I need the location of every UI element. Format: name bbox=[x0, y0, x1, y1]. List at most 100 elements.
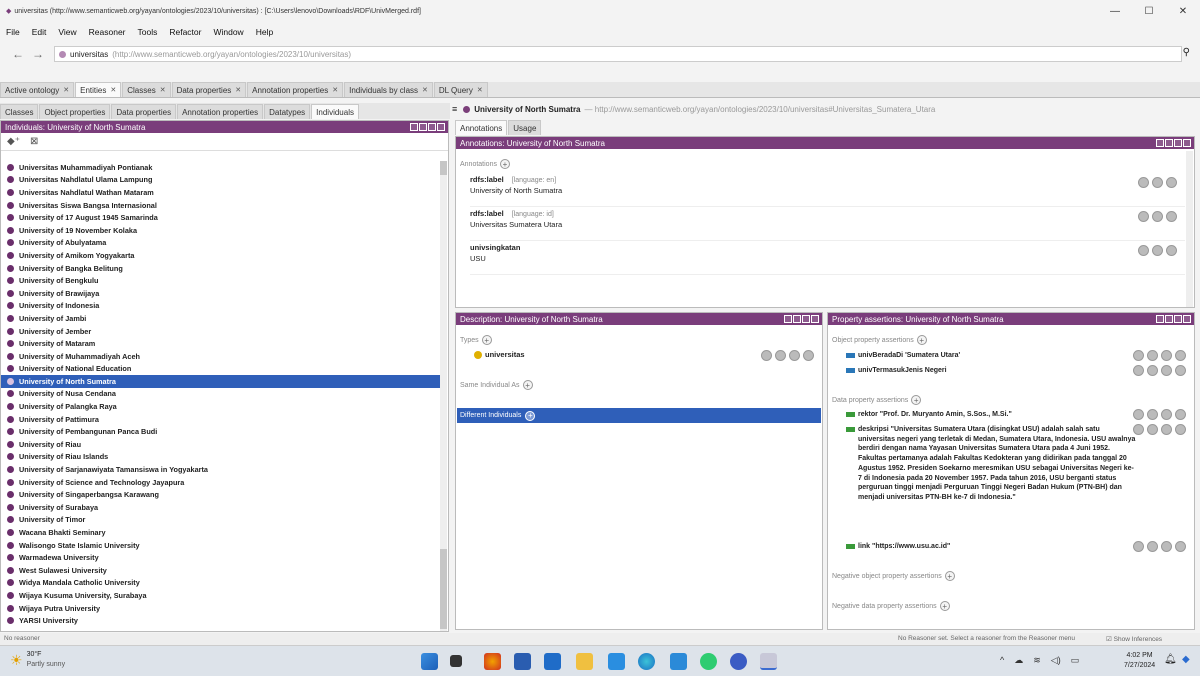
scroll-thumb-top[interactable] bbox=[440, 161, 447, 175]
explain-icon[interactable] bbox=[1133, 409, 1144, 420]
close-tab-icon[interactable]: ✕ bbox=[422, 86, 428, 94]
individual-list-item[interactable]: University of Indonesia bbox=[1, 300, 441, 313]
individual-list-item[interactable]: University of 17 August 1945 Samarinda bbox=[1, 211, 441, 224]
individual-list-item[interactable]: University of Amikom Yogyakarta bbox=[1, 249, 441, 262]
individual-list-item[interactable]: University of Bengkulu bbox=[1, 274, 441, 287]
tab-data-properties[interactable]: Data properties ✕ bbox=[171, 82, 247, 97]
close-icon[interactable]: ✕ bbox=[1166, 0, 1200, 22]
battery-icon[interactable]: ▭ bbox=[1071, 655, 1080, 666]
add-negative-data-property-button[interactable]: + bbox=[939, 601, 950, 611]
app-icon[interactable] bbox=[670, 653, 687, 670]
different-individuals-section[interactable]: Different Individuals + bbox=[457, 408, 821, 423]
tab-individuals[interactable]: Individuals bbox=[311, 104, 359, 119]
menu-file[interactable]: File bbox=[6, 27, 20, 37]
panel-control-icon[interactable] bbox=[1165, 315, 1173, 323]
app2-icon[interactable] bbox=[730, 653, 747, 670]
delete-icon[interactable] bbox=[1175, 409, 1186, 420]
panel-control-icon[interactable] bbox=[410, 123, 418, 131]
volume-icon[interactable]: ◁) bbox=[1051, 655, 1061, 666]
panel-control-icon[interactable] bbox=[419, 123, 427, 131]
add-data-property-button[interactable]: + bbox=[911, 395, 922, 405]
menu-view[interactable]: View bbox=[58, 27, 76, 37]
edit-icon[interactable] bbox=[1161, 350, 1172, 361]
data-property-row[interactable]: deskripsi "Universitas Sumatera Utara (d… bbox=[846, 425, 1136, 503]
panel-control-icon[interactable] bbox=[811, 315, 819, 323]
edit-icon[interactable] bbox=[1161, 541, 1172, 552]
whatsapp-icon[interactable] bbox=[700, 653, 717, 670]
panel-control-icon[interactable] bbox=[1165, 139, 1173, 147]
scroll-thumb[interactable] bbox=[440, 549, 447, 629]
delete-icon[interactable] bbox=[1166, 211, 1177, 222]
individual-list-item[interactable]: University of Riau bbox=[1, 438, 441, 451]
explain-icon[interactable] bbox=[1133, 350, 1144, 361]
individuals-scrollbar[interactable] bbox=[440, 161, 447, 631]
annotations-scrollbar[interactable] bbox=[1186, 151, 1193, 307]
individual-list-item[interactable]: University of Brawijaya bbox=[1, 287, 441, 300]
edit-icon[interactable] bbox=[1152, 245, 1163, 256]
tab-entity-data-properties[interactable]: Data properties bbox=[111, 104, 177, 119]
forward-arrow-icon[interactable]: → bbox=[28, 47, 48, 61]
teams-icon[interactable] bbox=[514, 653, 531, 670]
vscode-icon[interactable] bbox=[608, 653, 625, 670]
close-tab-icon[interactable]: ✕ bbox=[332, 86, 338, 94]
add-object-property-button[interactable]: + bbox=[916, 335, 927, 345]
tab-entity-annotation-properties[interactable]: Annotation properties bbox=[177, 104, 264, 119]
notification-bell-icon[interactable]: 🔔︎ bbox=[1164, 654, 1177, 665]
individual-list-item[interactable]: University of Surabaya bbox=[1, 501, 441, 514]
edit-icon[interactable] bbox=[1161, 365, 1172, 376]
panel-control-icon[interactable] bbox=[1183, 139, 1191, 147]
edit-icon[interactable] bbox=[1152, 211, 1163, 222]
menu-help[interactable]: Help bbox=[256, 27, 273, 37]
explain-icon[interactable] bbox=[1133, 541, 1144, 552]
menu-edit[interactable]: Edit bbox=[32, 27, 47, 37]
delete-icon[interactable] bbox=[1175, 424, 1186, 435]
individual-list-item[interactable]: University of 19 November Kolaka bbox=[1, 224, 441, 237]
individual-list-item[interactable]: Widya Mandala Catholic University bbox=[1, 577, 441, 590]
individual-list-item[interactable]: Wijaya Kusuma University, Surabaya bbox=[1, 589, 441, 602]
individual-list-item[interactable]: University of Nusa Cendana bbox=[1, 388, 441, 401]
annotate-icon[interactable] bbox=[1138, 177, 1149, 188]
delete-icon[interactable] bbox=[1175, 350, 1186, 361]
individual-list-item[interactable]: Universitas Siswa Bangsa Internasional bbox=[1, 199, 441, 212]
delete-icon[interactable] bbox=[1175, 365, 1186, 376]
annotation-row[interactable]: univsingkatan USU bbox=[470, 243, 1185, 275]
tab-individuals-by-class[interactable]: Individuals by class ✕ bbox=[344, 82, 433, 97]
edit-icon[interactable] bbox=[789, 350, 800, 361]
close-tab-icon[interactable]: ✕ bbox=[63, 86, 69, 94]
individual-list-item[interactable]: University of Palangka Raya bbox=[1, 400, 441, 413]
delete-icon[interactable] bbox=[1175, 541, 1186, 552]
individual-list-item[interactable]: University of Singaperbangsa Karawang bbox=[1, 488, 441, 501]
tab-datatypes[interactable]: Datatypes bbox=[264, 104, 311, 119]
close-tab-icon[interactable]: ✕ bbox=[235, 86, 241, 94]
panel-control-icon[interactable] bbox=[437, 123, 445, 131]
tab-dl-query[interactable]: DL Query ✕ bbox=[433, 82, 488, 97]
individual-list-item[interactable]: Warmadewa University bbox=[1, 551, 441, 564]
edit-icon[interactable] bbox=[1161, 409, 1172, 420]
show-inferences-toggle[interactable]: ☑ Show Inferences bbox=[1106, 635, 1162, 643]
tab-annotations[interactable]: Annotations bbox=[455, 120, 508, 135]
add-type-button[interactable]: + bbox=[481, 335, 492, 345]
type-row[interactable]: universitas bbox=[474, 350, 525, 359]
wifi-icon[interactable]: ≋ bbox=[1033, 655, 1041, 666]
menu-tools[interactable]: Tools bbox=[138, 27, 158, 37]
protege-taskbar-icon[interactable] bbox=[760, 653, 777, 670]
annotate-icon[interactable] bbox=[1147, 365, 1158, 376]
file-explorer-icon[interactable] bbox=[576, 653, 593, 670]
annotate-icon[interactable] bbox=[1147, 350, 1158, 361]
panel-control-icon[interactable] bbox=[1174, 139, 1182, 147]
tab-entities[interactable]: Entities ✕ bbox=[75, 82, 122, 97]
delete-icon[interactable] bbox=[1166, 177, 1177, 188]
individual-list-item[interactable]: University of North Sumatra bbox=[1, 375, 441, 388]
explain-icon[interactable] bbox=[761, 350, 772, 361]
individual-list-item[interactable]: University of Bangka Belitung bbox=[1, 262, 441, 275]
tab-active-ontology[interactable]: Active ontology ✕ bbox=[0, 82, 75, 97]
individual-list-item[interactable]: University of Pattimura bbox=[1, 413, 441, 426]
panel-control-icon[interactable] bbox=[1156, 315, 1164, 323]
individual-list-item[interactable]: Wijaya Putra University bbox=[1, 602, 441, 615]
individual-list-item[interactable]: Walisongo State Islamic University bbox=[1, 539, 441, 552]
chrome-icon[interactable] bbox=[484, 653, 501, 670]
individual-list-item[interactable]: West Sulawesi University bbox=[1, 564, 441, 577]
search-icon[interactable]: ⚲ bbox=[1183, 47, 1190, 58]
back-arrow-icon[interactable]: ← bbox=[8, 47, 28, 61]
annotate-icon[interactable] bbox=[1147, 424, 1158, 435]
